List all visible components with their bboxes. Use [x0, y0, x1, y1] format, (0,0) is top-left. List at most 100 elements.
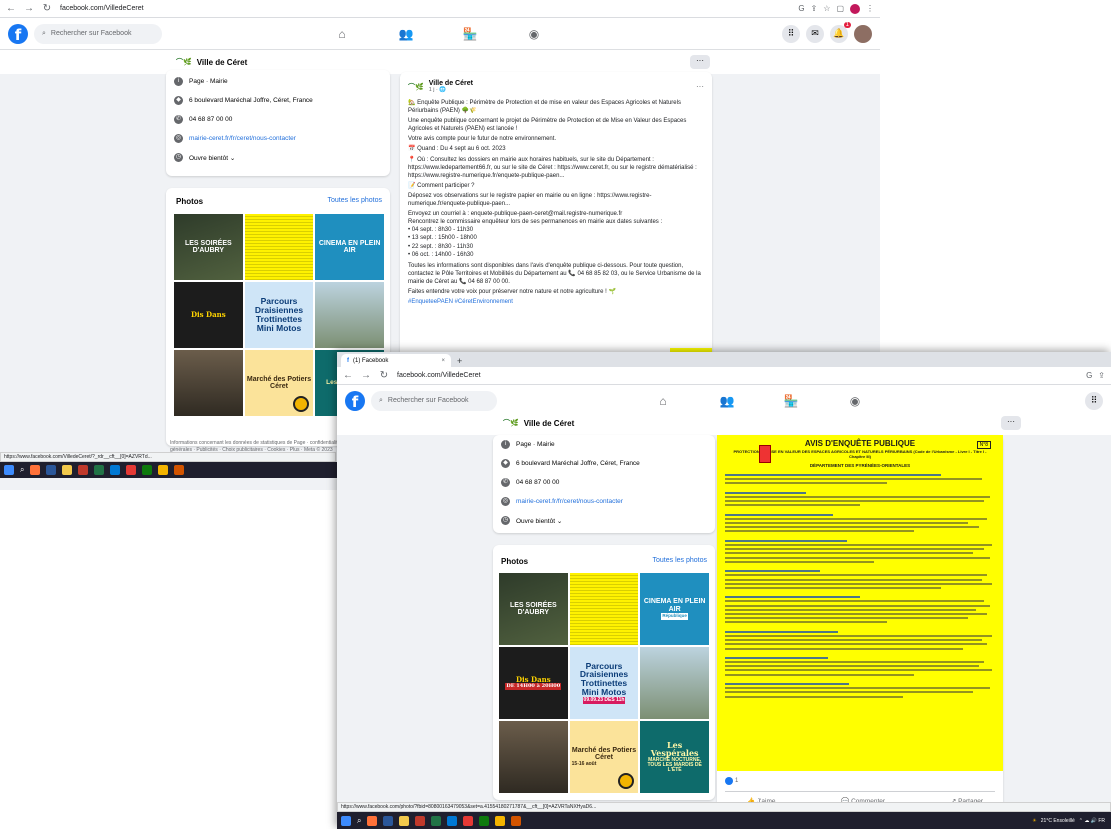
search-taskbar-icon[interactable]: ⌕ — [20, 465, 24, 475]
outlook-icon[interactable] — [110, 465, 121, 475]
url-field[interactable]: facebook.com/VilledeCeret — [60, 5, 790, 12]
post-menu-icon[interactable]: ··· — [696, 82, 704, 91]
account-avatar[interactable] — [854, 24, 872, 43]
location-pin-icon: ◆ — [501, 459, 510, 468]
acrobat-icon[interactable] — [126, 465, 137, 475]
url-field[interactable]: facebook.com/VilledeCeret — [397, 372, 1078, 379]
facebook-logo-icon[interactable]: f — [345, 390, 365, 411]
chrome-icon[interactable] — [158, 465, 169, 475]
reload-icon[interactable]: ↻ — [42, 3, 52, 14]
see-all-photos-link[interactable]: Toutes les photos — [653, 557, 707, 564]
photo-tile[interactable]: LES SOIRÉES D'AUBRY — [174, 214, 243, 280]
home-icon[interactable]: ⌂ — [310, 27, 374, 41]
photo-tile[interactable] — [315, 282, 384, 348]
reload-icon[interactable]: ↻ — [379, 370, 389, 381]
post-time[interactable]: 1 j · 🌐 — [429, 87, 473, 93]
back-arrow-icon[interactable]: ← — [343, 370, 353, 381]
tab-facebook[interactable]: f (1) Facebook × — [341, 354, 451, 367]
search-box[interactable]: ⌕ Rechercher sur Facebook — [371, 390, 497, 411]
app2-icon[interactable] — [142, 465, 153, 475]
photo-tile[interactable] — [244, 214, 314, 280]
forward-arrow-icon[interactable]: → — [361, 370, 371, 381]
sidepanel-icon[interactable]: ▢ — [836, 4, 844, 14]
reaction-count[interactable]: 1 — [725, 777, 738, 785]
photo-tile[interactable]: CINEMA EN PLEIN AIR — [315, 214, 384, 280]
app3-icon[interactable] — [174, 465, 185, 475]
avis-enquete-document[interactable]: N°8 AVIS D'ENQUÊTE PUBLIQUE PROTECTION E… — [717, 435, 1003, 771]
bookmark-star-icon[interactable]: ☆ — [823, 4, 830, 14]
share-icon[interactable]: ⇪ — [1098, 371, 1105, 380]
back-arrow-icon[interactable]: ← — [6, 3, 16, 14]
tray-icons[interactable]: ⌃ ☁ 🔊 FR — [1079, 818, 1105, 824]
photo-tile[interactable]: CINEMA EN PLEIN AIR République — [640, 573, 709, 645]
excel-icon[interactable] — [94, 465, 105, 475]
photo-tile[interactable] — [174, 350, 243, 416]
windows-start-icon[interactable] — [4, 465, 14, 475]
translate-icon[interactable]: G — [798, 4, 804, 14]
see-all-photos-link[interactable]: Toutes les photos — [328, 197, 382, 204]
app-icon[interactable] — [415, 815, 426, 826]
friends-icon[interactable]: 👥 — [695, 394, 759, 408]
more-options-button[interactable]: ··· — [690, 55, 710, 69]
app-icon[interactable] — [78, 465, 89, 475]
photo-tile[interactable]: Marché des Potiers Céret — [244, 350, 314, 416]
photo-tile[interactable]: Parcours Draisiennes Trottinettes Mini M… — [244, 282, 314, 348]
kebab-menu-icon[interactable]: ⋮ — [866, 4, 874, 14]
app3-icon[interactable] — [511, 815, 522, 826]
photo-tile[interactable]: Parcours Draisiennes Trottinettes Mini M… — [569, 647, 639, 719]
share-icon[interactable]: ⇪ — [811, 4, 818, 14]
browser-window-front[interactable]: f (1) Facebook × + ← → ↻ facebook.com/Vi… — [337, 352, 1111, 829]
profile-avatar[interactable] — [850, 3, 860, 14]
page-title[interactable]: ⌒🌿 Ville de Céret — [176, 57, 247, 67]
photo-tile[interactable] — [640, 647, 709, 719]
outlook-icon[interactable] — [447, 815, 458, 826]
page-title[interactable]: ⌒🌿 Ville de Céret — [503, 418, 574, 428]
marketplace-icon[interactable]: 🏪 — [438, 27, 502, 41]
photo-tile[interactable] — [499, 721, 568, 793]
menu-grid-icon[interactable]: ⠿ — [782, 24, 800, 43]
excel-icon[interactable] — [431, 815, 442, 826]
firefox-icon[interactable] — [30, 465, 41, 475]
post-when: 📅 Quand : Du 4 sept au 6 oct. 2023 — [408, 146, 506, 153]
app2-icon[interactable] — [479, 815, 490, 826]
photo-tile[interactable]: Dis Dans — [174, 282, 243, 348]
taskbar-front: ⌕ ☀ 21°C Ensoleillé ⌃ ☁ 🔊 FR — [337, 812, 1111, 829]
translate-icon[interactable]: G — [1086, 371, 1092, 380]
explorer-icon[interactable] — [399, 815, 410, 826]
marketplace-icon[interactable]: 🏪 — [759, 394, 823, 408]
explorer-icon[interactable] — [62, 465, 73, 475]
windows-start-icon[interactable] — [341, 815, 351, 826]
search-input[interactable]: Rechercher sur Facebook — [388, 397, 469, 404]
home-icon[interactable]: ⌂ — [631, 394, 695, 408]
post-author[interactable]: Ville de Céret — [429, 80, 473, 87]
facebook-logo-icon[interactable]: f — [8, 23, 28, 44]
photo-tile[interactable]: LES SOIRÉES D'AUBRY — [499, 573, 568, 645]
weather-text[interactable]: 21°C Ensoleillé — [1041, 818, 1075, 824]
groups-icon[interactable]: ◉ — [502, 27, 566, 41]
notifications-icon[interactable]: 🔔 1 — [830, 21, 851, 43]
photo-tile[interactable]: Dis Dans DE 14H00 à 20H00 — [499, 647, 568, 719]
photo-tile[interactable]: Marché des Potiers Céret 15-16 août — [569, 721, 639, 793]
friends-icon[interactable]: 👥 — [374, 27, 438, 41]
search-box[interactable]: ⌕ Rechercher sur Facebook — [34, 23, 162, 44]
search-input[interactable]: Rechercher sur Facebook — [51, 30, 132, 37]
groups-icon[interactable]: ◉ — [823, 394, 887, 408]
word-icon[interactable] — [46, 465, 57, 475]
word-icon[interactable] — [383, 815, 394, 826]
forward-arrow-icon[interactable]: → — [24, 3, 34, 14]
firefox-icon[interactable] — [367, 815, 378, 826]
photo-tile[interactable] — [569, 573, 639, 645]
photo-tile[interactable]: Les Vespérales MARCHÉ NOCTURNE, TOUS LES … — [640, 721, 709, 793]
tab-close-icon[interactable]: × — [441, 358, 445, 364]
search-taskbar-icon[interactable]: ⌕ — [357, 816, 361, 826]
author-avatar[interactable]: ⌒🌿 — [408, 82, 424, 92]
chrome-icon[interactable] — [495, 815, 506, 826]
post-hashtags[interactable]: #EnqueteePAEN #CéretEnvironnement — [408, 298, 704, 306]
document-ref: N°8 — [976, 441, 991, 449]
menu-grid-icon[interactable]: ⠿ — [1085, 391, 1103, 410]
more-options-button[interactable]: ··· — [1001, 416, 1021, 430]
clock-icon: ◷ — [501, 516, 510, 525]
acrobat-icon[interactable] — [463, 815, 474, 826]
messenger-icon[interactable]: ✉ — [806, 24, 824, 43]
new-tab-button[interactable]: + — [457, 356, 462, 366]
